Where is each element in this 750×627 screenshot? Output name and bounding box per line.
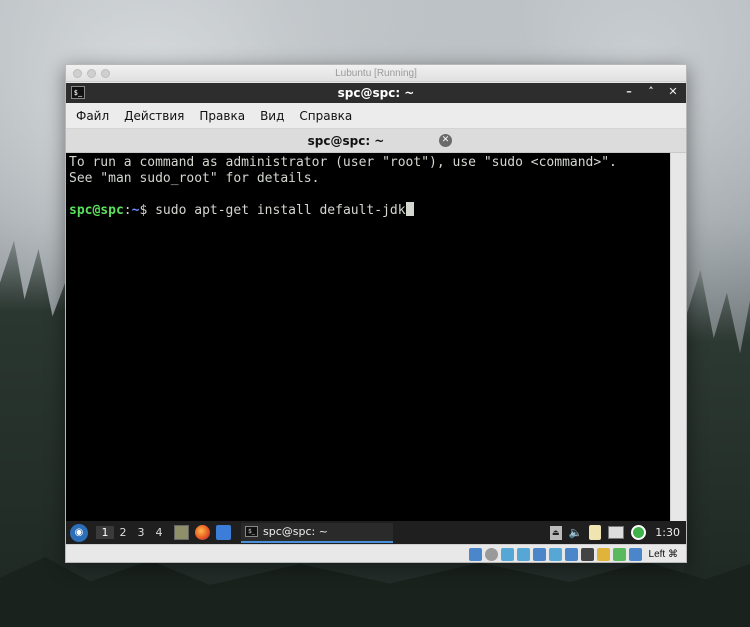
network-adapter-icon[interactable] bbox=[516, 547, 530, 561]
terminal-window-title: spc@spc: ~ bbox=[337, 86, 415, 100]
minimize-icon[interactable]: – bbox=[622, 85, 636, 98]
close-dot-icon[interactable] bbox=[73, 69, 82, 78]
terminal-icon: $_ bbox=[71, 86, 85, 99]
update-icon[interactable] bbox=[631, 525, 647, 540]
desktop-2[interactable]: 2 bbox=[114, 526, 132, 539]
virtualbox-window: Lubuntu [Running] $_ spc@spc: ~ – ˄ ✕ Фа… bbox=[65, 64, 687, 563]
menu-help[interactable]: Справка bbox=[295, 109, 356, 123]
close-icon[interactable]: ✕ bbox=[666, 85, 680, 98]
usb-eject-icon[interactable]: ⏏ bbox=[549, 525, 562, 540]
virtualbox-titlebar[interactable]: Lubuntu [Running] bbox=[66, 65, 686, 82]
maximize-icon[interactable]: ˄ bbox=[644, 85, 658, 98]
menu-view[interactable]: Вид bbox=[256, 109, 288, 123]
audio-icon[interactable] bbox=[500, 547, 514, 561]
clock[interactable]: 1:30 bbox=[655, 526, 680, 539]
clipboard-icon[interactable] bbox=[589, 525, 602, 540]
prompt-separator: : bbox=[123, 202, 132, 218]
desktop-3[interactable]: 3 bbox=[132, 526, 150, 539]
prompt-symbol: $ bbox=[139, 202, 156, 218]
window-traffic-lights bbox=[73, 69, 110, 78]
menu-actions[interactable]: Действия bbox=[120, 109, 188, 123]
quick-launch bbox=[174, 525, 231, 540]
mouse-integration-icon[interactable] bbox=[612, 547, 626, 561]
terminal-titlebar[interactable]: $_ spc@spc: ~ – ˄ ✕ bbox=[66, 83, 686, 103]
tab-close-icon[interactable]: ✕ bbox=[439, 134, 452, 147]
display-icon[interactable] bbox=[564, 547, 578, 561]
virtualbox-title: Lubuntu [Running] bbox=[335, 67, 417, 79]
terminal-output[interactable]: To run a command as administrator (user … bbox=[66, 153, 670, 521]
task-label: spc@spc: ~ bbox=[263, 525, 328, 538]
terminal-command: sudo apt-get install default-jdk bbox=[155, 202, 406, 218]
taskbar: ◉ 1 2 3 4 $_ spc@spc: ~ ⏏ 🔈 1:30 bbox=[66, 521, 686, 544]
usb-icon[interactable] bbox=[532, 547, 546, 561]
menubar: Файл Действия Правка Вид Справка bbox=[66, 103, 686, 129]
optical-drive-icon[interactable] bbox=[484, 547, 498, 561]
desktop-trees-bottom bbox=[0, 557, 750, 627]
hard-disk-icon[interactable] bbox=[468, 547, 482, 561]
desktop-1[interactable]: 1 bbox=[96, 526, 114, 539]
menu-edit[interactable]: Правка bbox=[195, 109, 249, 123]
terminal-line-1: To run a command as administrator (user … bbox=[69, 155, 617, 170]
guest-screen: $_ spc@spc: ~ – ˄ ✕ Файл Действия Правка… bbox=[66, 83, 686, 544]
messenger-icon[interactable] bbox=[216, 525, 231, 540]
system-tray: ⏏ 🔈 1:30 bbox=[549, 525, 680, 540]
tab-terminal[interactable]: spc@spc: ~ bbox=[308, 134, 385, 148]
host-key-label: Left ⌘ bbox=[648, 548, 678, 560]
video-capture-icon[interactable] bbox=[580, 547, 594, 561]
firefox-icon[interactable] bbox=[195, 525, 210, 540]
keyboard-capture-icon[interactable] bbox=[628, 547, 642, 561]
virtualization-icon[interactable] bbox=[596, 547, 610, 561]
file-manager-icon[interactable] bbox=[174, 525, 189, 540]
prompt-user: spc@spc bbox=[69, 202, 124, 218]
zoom-dot-icon[interactable] bbox=[101, 69, 110, 78]
network-icon[interactable] bbox=[608, 526, 625, 539]
minimize-dot-icon[interactable] bbox=[87, 69, 96, 78]
desktop-switcher: 1 2 3 4 bbox=[96, 526, 168, 539]
terminal-line-2: See "man sudo_root" for details. bbox=[69, 170, 320, 186]
volume-icon[interactable]: 🔈 bbox=[569, 526, 583, 539]
tab-bar: spc@spc: ~ ✕ bbox=[66, 129, 686, 153]
shared-folders-icon[interactable] bbox=[548, 547, 562, 561]
desktop-4[interactable]: 4 bbox=[150, 526, 168, 539]
terminal-scrollbar[interactable] bbox=[670, 153, 686, 521]
menu-file[interactable]: Файл bbox=[72, 109, 113, 123]
text-cursor bbox=[405, 201, 414, 216]
taskbar-task-terminal[interactable]: $_ spc@spc: ~ bbox=[241, 522, 393, 543]
window-controls: – ˄ ✕ bbox=[622, 85, 680, 98]
virtualbox-statusbar: Left ⌘ bbox=[66, 544, 686, 562]
lubuntu-menu-icon[interactable]: ◉ bbox=[70, 523, 88, 542]
terminal-task-icon: $_ bbox=[245, 526, 258, 537]
